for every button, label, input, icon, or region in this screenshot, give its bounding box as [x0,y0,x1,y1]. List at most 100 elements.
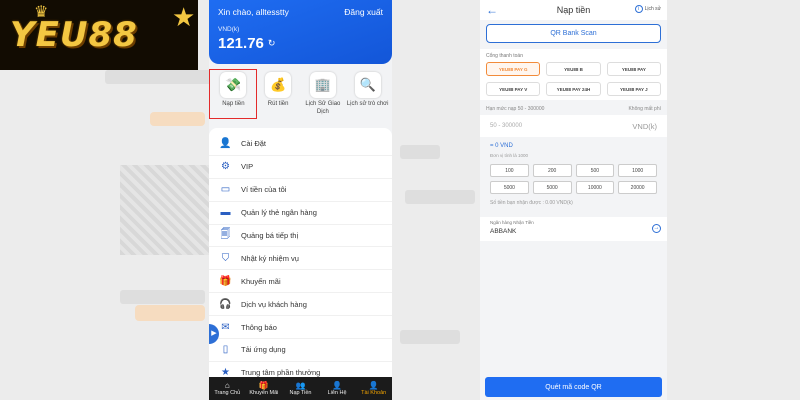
amount-chip[interactable]: 5000 [532,181,572,194]
menu-item-promotions[interactable]: 🎁 Khuyến mãi [209,270,392,294]
game-history-label: Lịch sử trò chơi [346,101,389,107]
withdraw-label: Rút tiền [267,101,289,107]
gateway-option[interactable]: YEU88 B [546,62,601,76]
transaction-history-action[interactable]: 🏢 Lịch Sử Giao Dịch [302,72,344,116]
history-label: Lịch sử [644,6,661,12]
deposit-screen: ← Nạp tiền i Lịch sử QR Bank Scan Cổng t… [480,0,667,400]
game-history-action[interactable]: 🔍 Lịch sử trò chơi [347,72,389,116]
vip-icon: ⚙ [221,161,230,173]
amount-chip[interactable]: 200 [532,164,572,177]
user-settings-icon: 👤 [219,138,232,150]
amount-chip[interactable]: 1000 [618,164,657,177]
deposit-icon: 💸 [220,72,247,98]
logo-text: YEU88 [10,15,138,55]
menu-item-download-app[interactable]: ▯ Tải ứng dụng [209,339,392,362]
arrow-right-icon: → [652,224,661,233]
gateway-option[interactable]: YEU88 PAY J [606,82,661,96]
account-menu: 👤 Cài Đặt ⚙ VIP ▭ Ví tiền của tôi ▬ Quản lý … [209,128,392,385]
scan-qr-code-button[interactable]: Quét mã code QR [485,377,662,397]
menu-item-affiliate[interactable]: 🗐 Quảng bá tiếp thị [209,225,392,248]
tab-account[interactable]: 👤 Tài Khoản [356,381,392,396]
bank-value: ABBANK [490,228,517,235]
gateway-option[interactable]: YEU88 PAY [606,62,661,76]
menu-item-label: Cài Đặt [241,139,267,149]
menu-item-label: Khuyến mãi [241,276,281,286]
receive-note: Số tiền bạn nhận được : 0.00 VND(k) [490,200,573,206]
deposit-label: Nạp tiền [222,101,245,107]
receiving-bank-select[interactable]: Ngân hàng Nhận Tiền ABBANK → [480,217,667,241]
menu-item-label: VIP [241,162,254,172]
menu-item-label: Dịch vụ khách hàng [241,299,307,309]
menu-item-label: Quảng bá tiếp thị [241,231,299,240]
tab-contact[interactable]: 👤 Liên Hệ [319,381,355,396]
account-icon: 👤 [368,381,379,390]
currency-label: VND(k) [218,26,240,33]
transaction-history-label: Lịch Sử Giao Dịch [305,101,341,115]
menu-item-settings[interactable]: 👤 Cài Đặt [209,133,392,156]
tab-label: Khuyến Mãi [249,390,279,396]
gateway-option[interactable]: YEU88 PAY 24H [546,82,601,96]
greeting-text: Xin chào, alltesstty [218,7,289,17]
amount-chip[interactable]: 500 [575,164,615,177]
quick-amounts: 100 200 500 1000 5000 5000 10000 20000 [480,158,667,194]
home-icon: ⌂ [224,381,230,390]
gateway-options: YEU88 PAY G YEU88 B YEU88 PAY YEU88 PAY … [486,62,661,96]
menu-item-missions[interactable]: ⛉ Nhật ký nhiệm vụ [209,247,392,271]
limit-row: Hạn mức nạp 50 - 300000 Không mất phí [480,106,667,112]
deposit-header: ← Nạp tiền i Lịch sử [480,0,667,20]
account-screen: Xin chào, alltesstty Đăng xuất VND(k) 12… [209,0,392,400]
mail-icon: ✉ [221,321,230,333]
menu-item-label: Trung tâm phần thưởng [241,368,321,378]
tab-deposit[interactable]: 👥 Nạp Tiền [282,381,318,396]
amount-unit: VND(k) [632,121,657,131]
background-bar [105,70,215,84]
page-title: Nạp tiền [556,5,591,15]
menu-item-bank-cards[interactable]: ▬ Quản lý thẻ ngân hàng [209,202,392,225]
tab-label: Tài Khoản [361,390,387,396]
menu-item-notifications[interactable]: ✉ Thông báo [209,316,392,340]
gateway-option[interactable]: YEU88 PAY V [486,82,541,96]
account-header: Xin chào, alltesstty Đăng xuất VND(k) 12… [209,0,392,64]
background-orange-block [150,112,205,126]
tab-label: Liên Hệ [327,390,347,396]
tab-label: Trang Chủ [214,390,241,396]
crown-icon: ♛ [34,4,49,21]
history-link[interactable]: i Lịch sử [634,5,661,13]
menu-item-wallet[interactable]: ▭ Ví tiền của tôi [209,179,392,202]
menu-item-vip[interactable]: ⚙ VIP [209,156,392,179]
back-arrow-icon[interactable]: ← [486,3,498,17]
amount-placeholder: 50 - 300000 [490,123,523,129]
withdraw-action[interactable]: 💰 Rút tiền [257,72,299,116]
converted-amount: = 0 VND [490,143,513,149]
gateway-option[interactable]: YEU88 PAY G [486,62,541,76]
affiliate-icon: 🗐 [220,229,231,240]
amount-chip[interactable]: 100 [490,164,529,177]
fee-label: Không mất phí [628,106,661,112]
wallet-icon: ▭ [220,184,231,196]
mission-log-icon: ⛉ [221,252,230,264]
gateway-label: Cổng thanh toán [486,53,523,59]
bottom-tab-bar: ⌂ Trang Chủ 🎁 Khuyến Mãi 👥 Nạp Tiền 👤 Liên H… [209,377,392,400]
amount-input[interactable]: 50 - 300000 VND(k) [480,115,667,137]
headset-icon: 🎧 [219,298,232,310]
limit-label: Hạn mức nạp 50 - 300000 [486,106,545,112]
info-icon: i [634,5,643,13]
qr-bank-scan-button[interactable]: QR Bank Scan [486,24,661,43]
menu-item-label: Tải ứng dụng [241,345,286,355]
star-icon: ★ [172,2,196,32]
gift-icon: 🎁 [258,381,269,390]
amount-chip[interactable]: 20000 [618,181,657,194]
amount-chip[interactable]: 10000 [575,181,615,194]
contact-icon: 👤 [332,381,343,390]
tab-promotions[interactable]: 🎁 Khuyến Mãi [246,381,282,396]
deposit-action[interactable]: 💸 Nạp tiền [209,69,258,119]
bank-card-icon: ▬ [220,207,231,219]
logout-button[interactable]: Đăng xuất [344,7,383,17]
menu-item-support[interactable]: 🎧 Dịch vụ khách hàng [209,293,392,317]
withdraw-icon: 💰 [265,72,292,98]
tab-home[interactable]: ⌂ Trang Chủ [209,381,245,396]
refresh-icon[interactable]: ↻ [268,38,276,49]
tab-label: Nạp Tiền [289,390,312,396]
amount-chip[interactable]: 5000 [490,181,529,194]
background-bar [405,190,475,204]
